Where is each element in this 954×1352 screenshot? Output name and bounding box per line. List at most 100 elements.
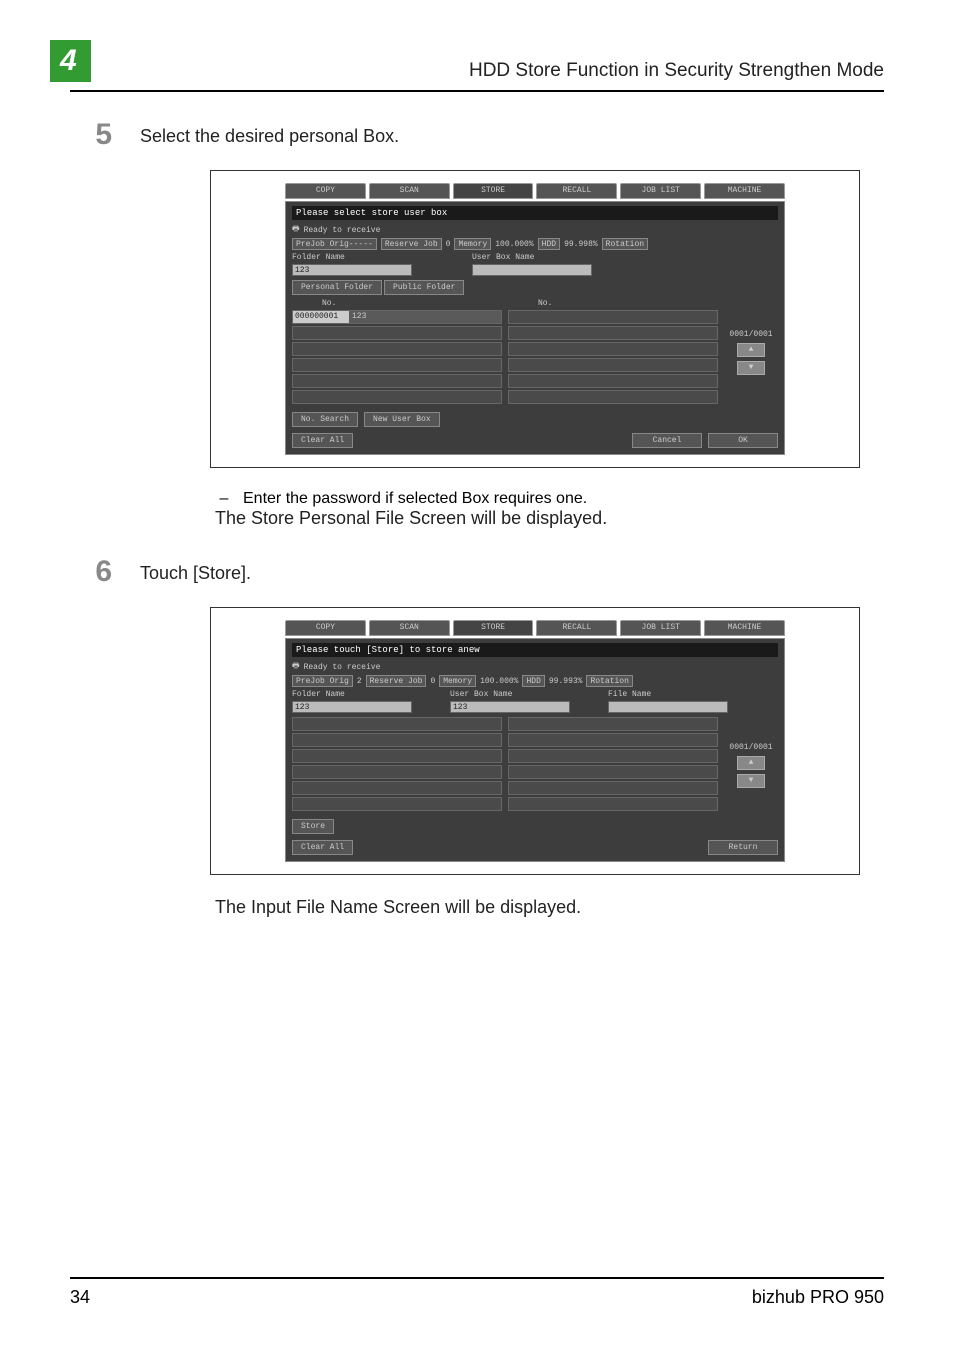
- store-button[interactable]: Store: [292, 819, 334, 834]
- step5-note-follow: The Store Personal File Screen will be d…: [215, 508, 884, 529]
- list-item[interactable]: [292, 717, 502, 731]
- row-text: 123: [349, 311, 501, 323]
- row-number: 000000001: [293, 311, 349, 323]
- list-item[interactable]: [508, 310, 718, 324]
- reserve-label: Reserve Job: [366, 675, 427, 687]
- list-item[interactable]: [508, 749, 718, 763]
- tab-machine[interactable]: MACHINE: [704, 620, 785, 636]
- file-name-input[interactable]: [608, 701, 728, 713]
- step-text: Select the desired personal Box.: [140, 120, 884, 147]
- memory-pct: 100.000%: [495, 240, 533, 249]
- step5-note-bullet: Enter the password if selected Box requi…: [243, 490, 587, 508]
- rotation-status: Rotation: [602, 238, 648, 250]
- page-number: 34: [70, 1287, 90, 1308]
- page-counter: 0001/0001: [729, 743, 772, 752]
- tab-recall[interactable]: RECALL: [536, 620, 617, 636]
- hdd-pct: 99.993%: [549, 677, 583, 686]
- list-item[interactable]: [508, 358, 718, 372]
- reserve-label: Reserve Job: [381, 238, 442, 250]
- reserve-count: 0: [446, 240, 451, 249]
- list-item[interactable]: [292, 733, 502, 747]
- memory-label: Memory: [439, 675, 476, 687]
- list-item[interactable]: [292, 358, 502, 372]
- tab-copy[interactable]: COPY: [285, 183, 366, 199]
- tab-joblist[interactable]: JOB LIST: [620, 183, 701, 199]
- no-search-button[interactable]: No. Search: [292, 412, 358, 427]
- folder-name-input[interactable]: 123: [292, 264, 412, 276]
- return-button[interactable]: Return: [708, 840, 778, 855]
- user-box-label: User Box Name: [472, 253, 592, 262]
- file-name-label: File Name: [608, 690, 728, 699]
- list-item[interactable]: [508, 797, 718, 811]
- step-text: Touch [Store].: [140, 557, 884, 584]
- step6-note-follow: The Input File Name Screen will be displ…: [215, 897, 884, 918]
- user-box-label: User Box Name: [450, 690, 570, 699]
- screen-title: Please touch [Store] to store anew: [292, 643, 778, 657]
- list-item[interactable]: [292, 374, 502, 388]
- hdd-label: HDD: [538, 238, 560, 250]
- subtab-personal[interactable]: Personal Folder: [292, 280, 382, 295]
- tab-store[interactable]: STORE: [453, 183, 534, 199]
- list-item[interactable]: [508, 717, 718, 731]
- rotation-status: Rotation: [586, 675, 632, 687]
- hdd-pct: 99.998%: [564, 240, 598, 249]
- tab-scan[interactable]: SCAN: [369, 620, 450, 636]
- step-number: 5: [70, 120, 140, 150]
- list-item[interactable]: [508, 326, 718, 340]
- list-item[interactable]: [508, 390, 718, 404]
- list-item[interactable]: [292, 390, 502, 404]
- step-number: 6: [70, 557, 140, 587]
- list-header-no-left: No.: [292, 299, 502, 308]
- arrow-up-button[interactable]: ▲: [737, 756, 765, 770]
- ready-status: Ready to receive: [304, 663, 381, 672]
- tab-copy[interactable]: COPY: [285, 620, 366, 636]
- list-item[interactable]: [508, 781, 718, 795]
- clear-all-button[interactable]: Clear All: [292, 840, 353, 855]
- list-header-no-right: No.: [508, 299, 718, 308]
- list-item[interactable]: [292, 326, 502, 340]
- folder-name-input[interactable]: 123: [292, 701, 412, 713]
- screenshot-1: COPY SCAN STORE RECALL JOB LIST MACHINE …: [210, 170, 860, 468]
- list-item[interactable]: [508, 765, 718, 779]
- ready-status: Ready to receive: [304, 226, 381, 235]
- bullet-dash: –: [215, 490, 233, 508]
- new-user-box-button[interactable]: New User Box: [364, 412, 440, 427]
- clear-all-button[interactable]: Clear All: [292, 433, 353, 448]
- tab-recall[interactable]: RECALL: [536, 183, 617, 199]
- ok-button[interactable]: OK: [708, 433, 778, 448]
- subtab-public[interactable]: Public Folder: [384, 280, 464, 295]
- printer-icon: 🖶: [292, 223, 300, 237]
- user-box-input[interactable]: [472, 264, 592, 276]
- list-item[interactable]: [508, 342, 718, 356]
- cancel-button[interactable]: Cancel: [632, 433, 702, 448]
- product-name: bizhub PRO 950: [752, 1287, 884, 1308]
- tab-joblist[interactable]: JOB LIST: [620, 620, 701, 636]
- reserve-count: 0: [430, 677, 435, 686]
- page-title: HDD Store Function in Security Strengthe…: [469, 60, 884, 82]
- tab-scan[interactable]: SCAN: [369, 183, 450, 199]
- arrow-up-button[interactable]: ▲: [737, 343, 765, 357]
- prejob-status: PreJob Orig-----: [292, 238, 377, 250]
- user-box-input[interactable]: 123: [450, 701, 570, 713]
- list-item[interactable]: [292, 749, 502, 763]
- list-item[interactable]: [292, 765, 502, 779]
- section-number: 4: [50, 40, 91, 82]
- memory-label: Memory: [454, 238, 491, 250]
- screen-title: Please select store user box: [292, 206, 778, 220]
- list-item[interactable]: [508, 374, 718, 388]
- arrow-down-button[interactable]: ▼: [737, 361, 765, 375]
- printer-icon: 🖶: [292, 660, 300, 674]
- hdd-label: HDD: [522, 675, 544, 687]
- list-item[interactable]: [292, 797, 502, 811]
- tab-machine[interactable]: MACHINE: [704, 183, 785, 199]
- list-item[interactable]: [292, 781, 502, 795]
- prejob-status: PreJob Orig: [292, 675, 353, 687]
- list-item[interactable]: [508, 733, 718, 747]
- arrow-down-button[interactable]: ▼: [737, 774, 765, 788]
- list-item[interactable]: 000000001 123: [292, 310, 502, 324]
- list-item[interactable]: [292, 342, 502, 356]
- folder-name-label: Folder Name: [292, 690, 412, 699]
- screenshot-2: COPY SCAN STORE RECALL JOB LIST MACHINE …: [210, 607, 860, 875]
- tab-store[interactable]: STORE: [453, 620, 534, 636]
- page-counter: 0001/0001: [729, 330, 772, 339]
